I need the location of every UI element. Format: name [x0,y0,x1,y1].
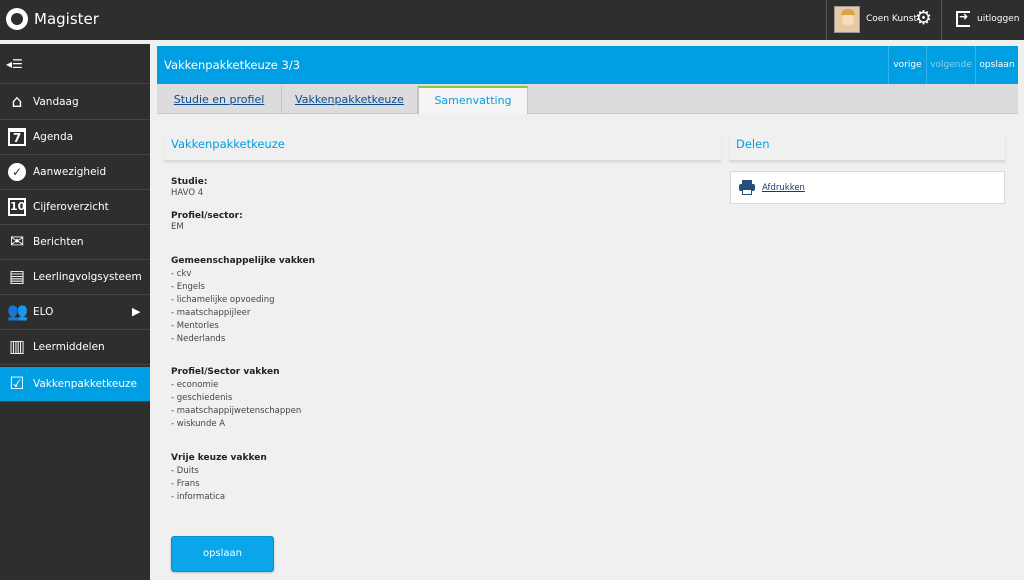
folder-icon: ▤ [8,267,26,287]
sidebar-item-vandaag[interactable]: ⌂ Vandaag [0,85,150,120]
app-title[interactable]: Magister [34,10,99,28]
next-button[interactable]: volgende [926,46,975,84]
sidebar-item-label: Vakkenpakketkeuze [33,378,137,390]
gear-icon[interactable]: ⚙ [915,9,932,28]
tab-vakkenpakketkeuze[interactable]: Vakkenpakketkeuze [282,86,418,114]
list-item: - geschiedenis [171,393,233,403]
books-icon: ▥ [8,337,26,357]
list-item: - Frans [171,479,200,489]
check-circle-icon: ✓ [8,163,26,181]
sidebar-item-berichten[interactable]: ✉ Berichten [0,225,150,260]
previous-button[interactable]: vorige [888,46,926,84]
page-header: Vakkenpakketkeuze 3/3 vorige volgende op… [157,46,1018,84]
list-item: - Duits [171,466,199,476]
gemeenschappelijke-vakken-label: Gemeenschappelijke vakken [171,256,316,266]
print-label[interactable]: Afdrukken [762,183,805,193]
user-menu[interactable]: Coen Kunst ⚙ [826,0,942,40]
calendar-icon: 7 [8,128,26,146]
summary-panel-header: Vakkenpakketkeuze [164,131,721,161]
summary-heading: Vakkenpakketkeuze [171,137,285,151]
sidebar-item-leerlingvolgsysteem[interactable]: ▤ Leerlingvolgsysteem [0,260,150,295]
sidebar-collapse-button[interactable]: ◂☰ [0,44,150,84]
sidebar-item-agenda[interactable]: 7 Agenda [0,120,150,155]
logout-button[interactable]: uitloggen [977,14,1019,24]
list-item: - maatschappijwetenschappen [171,406,302,416]
sidebar-item-label: Agenda [33,131,74,143]
sidebar-item-leermiddelen[interactable]: ▥ Leermiddelen [0,330,150,365]
printer-icon[interactable] [739,180,755,195]
tab-studie-en-profiel[interactable]: Studie en profiel [157,86,282,114]
profiel-vakken-label: Profiel/Sector vakken [171,367,280,377]
list-item: - lichamelijke opvoeding [171,295,275,305]
sidebar-item-label: Leermiddelen [33,341,105,353]
menu-collapse-icon[interactable]: ◂☰ [6,57,23,71]
grade-10-icon: 10 [8,198,26,216]
home-icon: ⌂ [11,92,23,112]
tab-bar: Studie en profiel Vakkenpakketkeuze Same… [157,84,1018,114]
logout-icon[interactable] [956,10,970,27]
sidebar-item-label: Berichten [33,236,84,248]
list-item: - Nederlands [171,334,226,344]
users-icon: 👥 [7,302,29,322]
checklist-icon: ☑ [9,374,25,394]
list-item: - Engels [171,282,205,292]
page-title: Vakkenpakketkeuze 3/3 [164,58,301,72]
list-item: - wiskunde A [171,419,226,429]
profiel-value: EM [171,222,184,232]
main-content: Vakkenpakketkeuze Studie: HAVO 4 Profiel… [157,115,1018,580]
chevron-right-icon[interactable]: ▶ [132,305,140,318]
avatar[interactable] [834,6,860,33]
envelope-icon: ✉ [9,232,25,252]
print-link[interactable]: Afdrukken [730,171,1005,204]
list-item: - ckv [171,269,192,279]
share-panel-header: Delen [729,131,1005,161]
header-save-button[interactable]: opslaan [975,46,1018,84]
sidebar-item-label: Leerlingvolgsysteem [33,271,142,283]
sidebar-item-aanwezigheid[interactable]: ✓ Aanwezigheid [0,155,150,190]
sidebar-item-cijferoverzicht[interactable]: 10 Cijferoverzicht [0,190,150,225]
sidebar-item-label: Aanwezigheid [33,166,107,178]
sidebar-item-label: Cijferoverzicht [33,201,109,213]
sidebar-item-elo[interactable]: 👥 ELO ▶ [0,295,150,330]
list-item: - maatschappijleer [171,308,251,318]
sidebar: ◂☰ ⌂ Vandaag 7 Agenda ✓ Aanwezigheid 10 … [0,44,150,580]
studie-value: HAVO 4 [171,188,204,198]
magister-logo-icon[interactable] [6,8,28,30]
list-item: - informatica [171,492,226,502]
share-heading: Delen [736,137,770,151]
sidebar-item-label: Vandaag [33,96,79,108]
profiel-label: Profiel/sector: [171,211,243,221]
user-name[interactable]: Coen Kunst [866,14,917,24]
save-button[interactable]: opslaan [171,536,274,572]
vrije-keuze-vakken-label: Vrije keuze vakken [171,453,267,463]
list-item: - Mentorles [171,321,219,331]
sidebar-item-vakkenpakketkeuze[interactable]: ☑ Vakkenpakketkeuze [0,367,150,402]
studie-label: Studie: [171,177,208,187]
tab-samenvatting[interactable]: Samenvatting [418,86,528,114]
sidebar-item-label: ELO [33,306,54,318]
top-bar: Magister Coen Kunst ⚙ uitloggen [0,0,1024,40]
list-item: - economie [171,380,219,390]
